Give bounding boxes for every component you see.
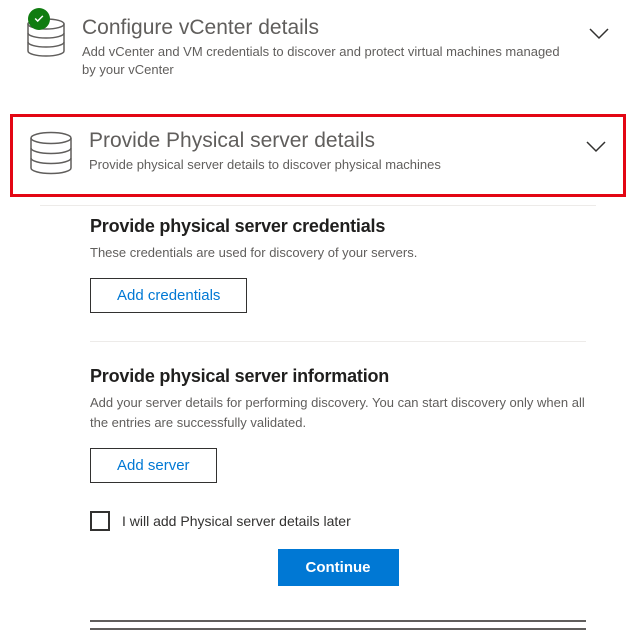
section-physical[interactable]: Provide Physical server details Provide … bbox=[10, 114, 626, 197]
credentials-description: These credentials are used for discovery… bbox=[90, 243, 586, 263]
divider bbox=[90, 620, 586, 622]
continue-button[interactable]: Continue bbox=[278, 549, 399, 586]
section-vcenter-subtitle: Add vCenter and VM credentials to discov… bbox=[82, 43, 576, 79]
section-physical-subtitle: Provide physical server details to disco… bbox=[89, 156, 573, 174]
information-block: Provide physical server information Add … bbox=[90, 366, 586, 483]
credentials-block: Provide physical server credentials Thes… bbox=[90, 216, 586, 314]
chevron-down-icon[interactable] bbox=[583, 133, 609, 164]
divider bbox=[90, 341, 586, 342]
database-icon bbox=[27, 131, 75, 180]
section-physical-title: Provide Physical server details bbox=[89, 127, 573, 154]
credentials-heading: Provide physical server credentials bbox=[90, 216, 586, 237]
section-vcenter[interactable]: Configure vCenter details Add vCenter an… bbox=[10, 8, 626, 90]
divider bbox=[90, 628, 586, 630]
section-vcenter-title: Configure vCenter details bbox=[82, 14, 576, 41]
information-heading: Provide physical server information bbox=[90, 366, 586, 387]
checkbox-icon[interactable] bbox=[90, 511, 110, 531]
add-later-checkbox-row[interactable]: I will add Physical server details later bbox=[90, 511, 586, 531]
add-later-checkbox-label: I will add Physical server details later bbox=[122, 513, 351, 529]
chevron-down-icon[interactable] bbox=[586, 20, 612, 51]
add-server-button[interactable]: Add server bbox=[90, 448, 217, 483]
information-description: Add your server details for performing d… bbox=[90, 393, 586, 432]
status-complete-icon bbox=[28, 8, 50, 30]
add-credentials-button[interactable]: Add credentials bbox=[90, 278, 247, 313]
